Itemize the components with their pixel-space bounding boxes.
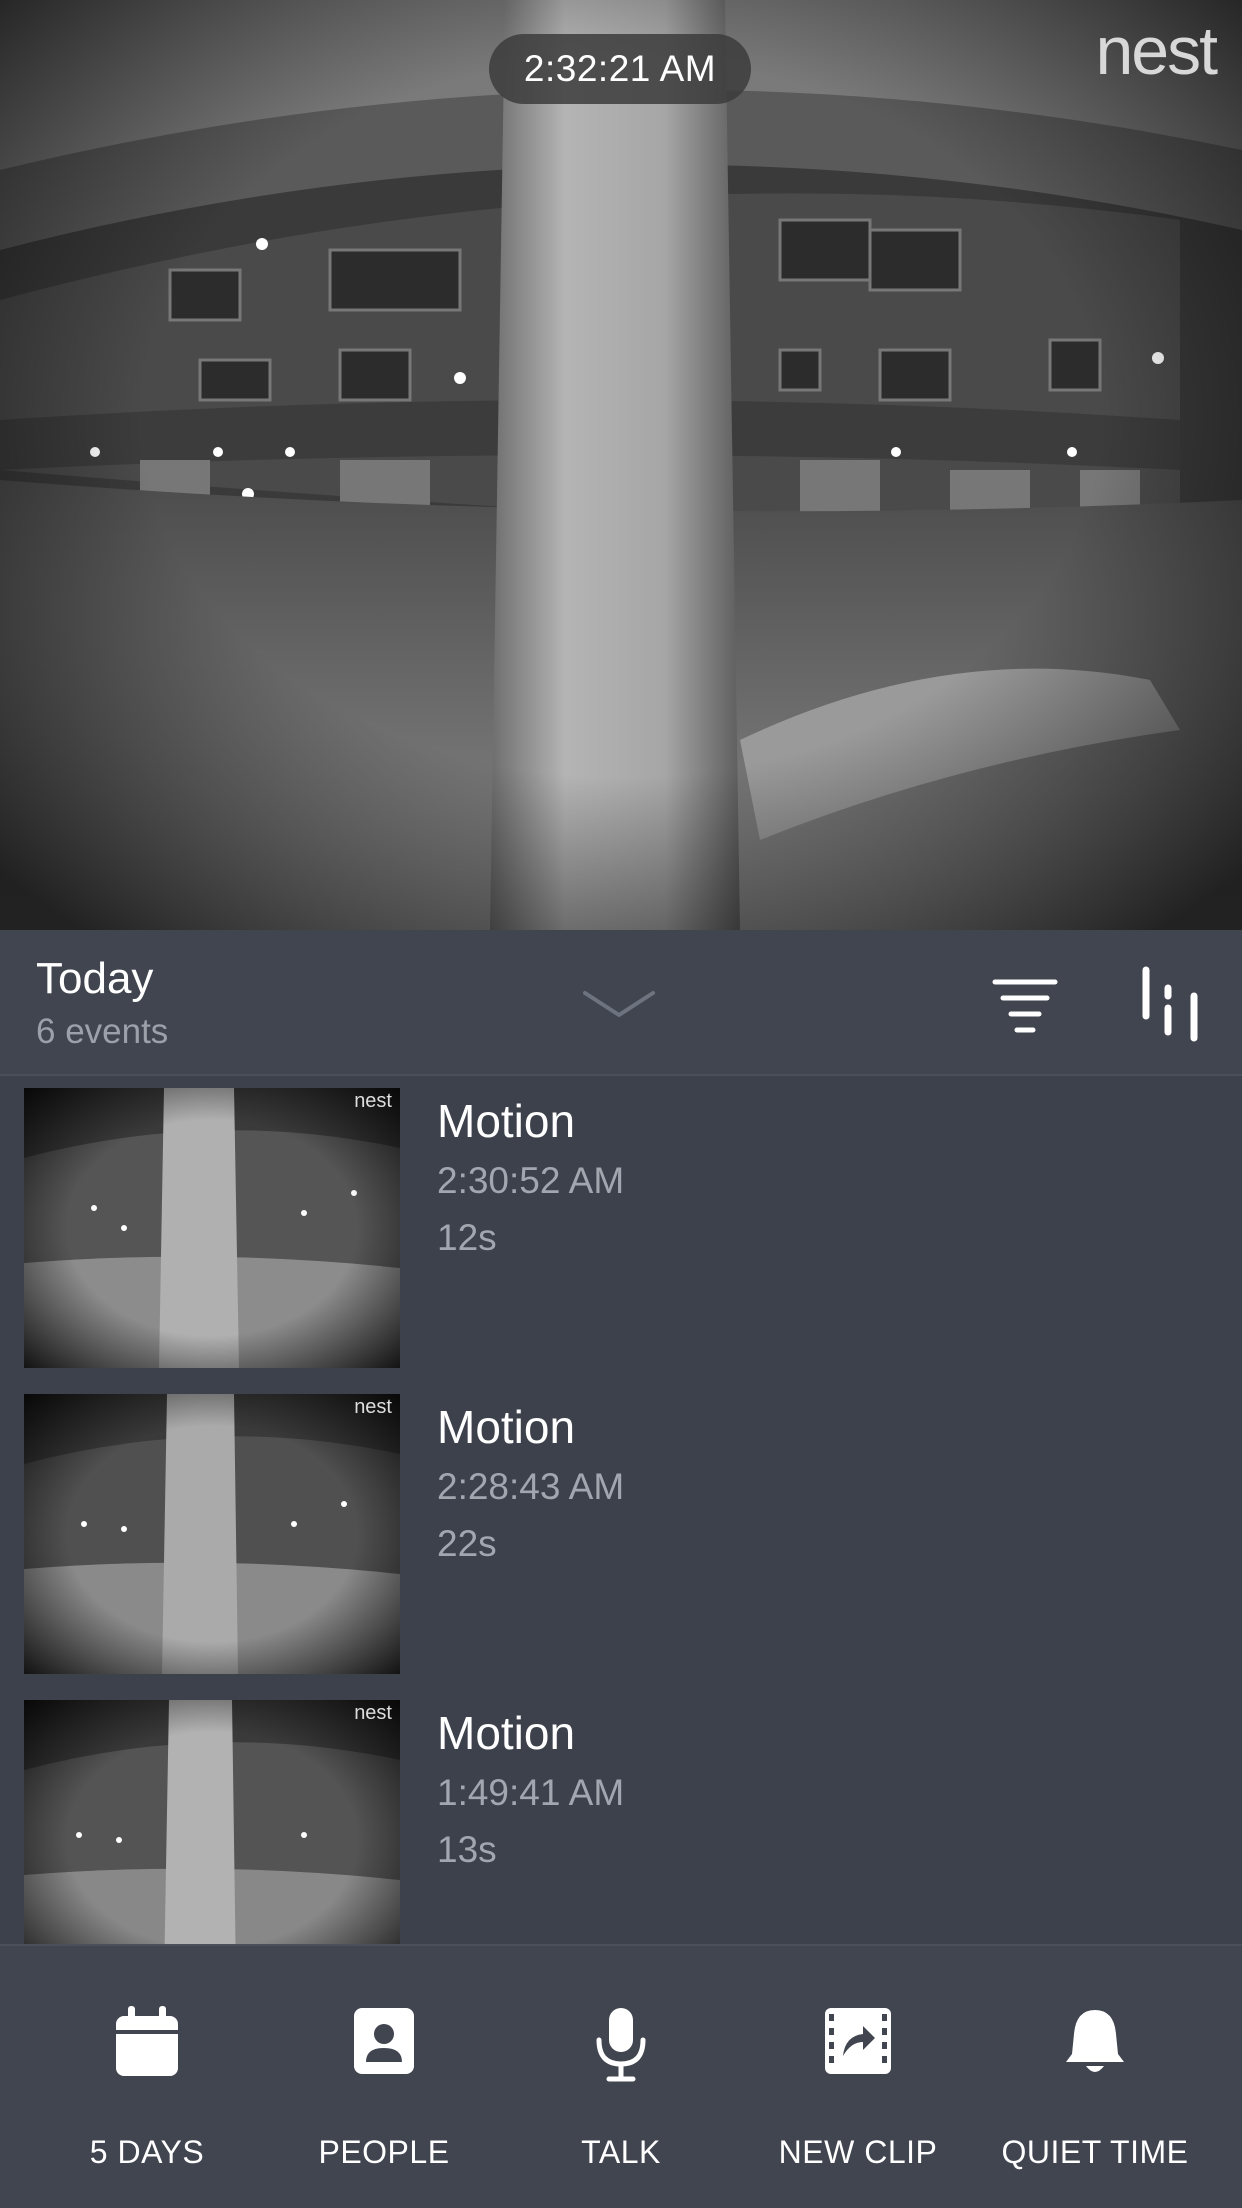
action-label: NEW CLIP bbox=[778, 2134, 938, 2170]
clip-share-icon bbox=[825, 2008, 891, 2074]
quiet-time-button[interactable]: QUIET TIME bbox=[977, 1946, 1213, 2208]
talk-button[interactable]: TALK bbox=[503, 1946, 739, 2208]
event-thumbnail[interactable]: nest bbox=[24, 1700, 400, 1944]
event-type: Motion bbox=[437, 1401, 576, 1453]
camera-feed-image bbox=[0, 0, 1242, 930]
timeline-icon[interactable] bbox=[1138, 966, 1202, 1042]
event-row[interactable]: nest Motion 2:28:43 AM 22s bbox=[0, 1382, 1242, 1688]
event-time: 1:49:41 AM bbox=[437, 1772, 625, 1813]
action-label: QUIET TIME bbox=[1001, 2134, 1189, 2170]
event-duration: 22s bbox=[437, 1523, 497, 1564]
live-timestamp: 2:32:21 AM bbox=[489, 34, 751, 104]
thumbnail-nest-logo: nest bbox=[354, 1702, 392, 1724]
chevron-down-icon[interactable] bbox=[581, 985, 657, 1025]
event-type: Motion bbox=[437, 1707, 576, 1759]
live-camera-view[interactable]: 2:32:21 AM nest bbox=[0, 0, 1242, 930]
action-label: PEOPLE bbox=[318, 2134, 450, 2170]
day-title: Today bbox=[36, 954, 154, 1003]
filter-icon[interactable] bbox=[992, 976, 1058, 1038]
event-row[interactable]: nest Motion 1:49:41 AM 13s bbox=[0, 1688, 1242, 1944]
event-duration: 13s bbox=[437, 1829, 497, 1870]
event-count: 6 events bbox=[36, 1012, 169, 1051]
thumbnail-nest-logo: nest bbox=[354, 1090, 392, 1112]
calendar-icon bbox=[116, 2006, 178, 2076]
action-label: TALK bbox=[581, 2134, 661, 2170]
event-row[interactable]: nest Motion 2:30:52 AM 12s bbox=[0, 1076, 1242, 1382]
five-days-button[interactable]: 5 DAYS bbox=[29, 1946, 265, 2208]
action-bar: 5 DAYS PEOPLE TALK NEW CLIP QUIET TIME bbox=[0, 1944, 1242, 2208]
people-button[interactable]: PEOPLE bbox=[266, 1946, 502, 2208]
event-list[interactable]: nest Motion 2:30:52 AM 12s nest Motion 2… bbox=[0, 1076, 1242, 1944]
event-type: Motion bbox=[437, 1095, 576, 1147]
microphone-icon bbox=[596, 2008, 646, 2082]
event-thumbnail[interactable]: nest bbox=[24, 1088, 400, 1368]
person-icon bbox=[354, 2008, 414, 2074]
nest-logo: nest bbox=[1095, 13, 1218, 89]
new-clip-button[interactable]: NEW CLIP bbox=[740, 1946, 976, 2208]
bell-icon bbox=[1066, 2010, 1124, 2072]
event-duration: 12s bbox=[437, 1217, 497, 1258]
thumbnail-nest-logo: nest bbox=[354, 1396, 392, 1418]
event-thumbnail[interactable]: nest bbox=[24, 1394, 400, 1674]
action-label: 5 DAYS bbox=[89, 2134, 205, 2170]
event-time: 2:30:52 AM bbox=[437, 1160, 625, 1201]
events-header: Today 6 events bbox=[0, 930, 1242, 1076]
event-time: 2:28:43 AM bbox=[437, 1466, 625, 1507]
